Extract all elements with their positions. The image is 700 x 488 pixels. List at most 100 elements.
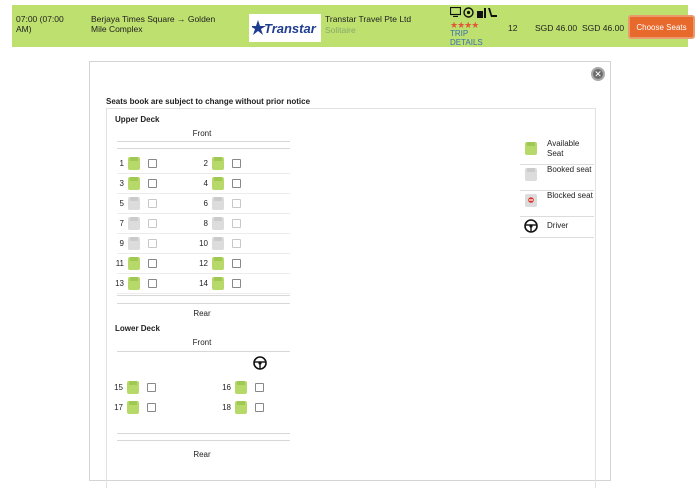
divider xyxy=(117,440,290,441)
seat-3: 3 xyxy=(110,177,170,191)
coach-type: Solitaire xyxy=(325,25,356,35)
seats-available: 12 xyxy=(508,23,518,33)
seat-checkbox[interactable] xyxy=(232,179,241,188)
available-seat-icon xyxy=(525,142,537,155)
seat-checkbox[interactable] xyxy=(147,403,156,412)
seat-number: 8 xyxy=(203,219,208,228)
route-text: Berjaya Times Square → Golden Mile Compl… xyxy=(91,14,216,34)
seat-number: 7 xyxy=(119,219,124,228)
seat-checkbox[interactable] xyxy=(232,259,241,268)
seat-7: 7 xyxy=(110,217,170,231)
divider xyxy=(117,213,290,214)
seat-checkbox[interactable] xyxy=(255,403,264,412)
blocked-seat-icon xyxy=(525,194,537,207)
amenity-icons xyxy=(450,5,510,19)
booked-seat-icon xyxy=(212,197,224,210)
divider xyxy=(117,273,290,274)
seat-number: 4 xyxy=(203,179,208,188)
legend-label: Driver xyxy=(547,221,569,230)
operator-logo: Transtar xyxy=(249,14,321,42)
seat-14: 14 xyxy=(194,277,254,291)
seat-map-modal: ✕ Seats book are subject to change witho… xyxy=(89,61,611,488)
divider xyxy=(117,141,290,142)
divider xyxy=(117,303,290,304)
seat-checkbox[interactable] xyxy=(148,279,157,288)
price-final: SGD 46.00 xyxy=(582,23,625,33)
seat-13: 13 xyxy=(110,277,170,291)
lower-deck-title: Lower Deck xyxy=(115,324,160,333)
reclining-seat-icon xyxy=(488,7,497,17)
choose-seats-button[interactable]: Choose Seats xyxy=(628,15,695,39)
media-icon xyxy=(463,6,474,18)
booked-seat-icon xyxy=(128,237,140,250)
transtar-logo-icon: Transtar xyxy=(252,20,317,36)
available-seat-icon xyxy=(127,381,139,394)
seat-checkbox[interactable] xyxy=(148,179,157,188)
seat-number: 2 xyxy=(203,159,208,168)
tv-icon xyxy=(450,7,461,17)
logo-text: Transtar xyxy=(264,21,317,36)
legend-driver: Driver xyxy=(520,217,594,238)
seat-number: 9 xyxy=(119,239,124,248)
seat-checkbox xyxy=(148,219,157,228)
seat-checkbox xyxy=(232,199,241,208)
divider xyxy=(117,193,290,194)
seat-number: 12 xyxy=(199,259,208,268)
seat-number: 16 xyxy=(222,383,231,392)
divider xyxy=(117,351,290,352)
close-icon[interactable]: ✕ xyxy=(591,67,605,81)
lower-front-label: Front xyxy=(192,338,212,347)
available-seat-icon xyxy=(128,277,140,290)
available-seat-icon xyxy=(235,381,247,394)
seat-checkbox[interactable] xyxy=(148,259,157,268)
seat-11: 11 xyxy=(110,257,170,271)
seat-checkbox xyxy=(232,239,241,248)
available-seat-icon xyxy=(212,157,224,170)
divider xyxy=(520,237,594,238)
available-seat-icon xyxy=(235,401,247,414)
seat-9: 9 xyxy=(110,237,170,251)
legend-available: Available Seat xyxy=(520,139,594,165)
seat-map-panel: Upper Deck Front 1 2 3 4 5 6 7 8 9 10 11 12 13 14 Rea… xyxy=(106,108,596,488)
seat-number: 3 xyxy=(119,179,124,188)
booked-seat-icon xyxy=(525,168,537,181)
legend-booked: Booked seat xyxy=(520,165,594,191)
operator-name: Transtar Travel Pte Ltd xyxy=(325,14,412,24)
seat-8: 8 xyxy=(194,217,254,231)
seat-number: 14 xyxy=(199,279,208,288)
trip-details-link[interactable]: TRIP DETAILS xyxy=(450,29,490,47)
seat-5: 5 xyxy=(110,197,170,211)
seat-15: 15 xyxy=(109,381,169,395)
seat-notice: Seats book are subject to change without… xyxy=(106,97,311,106)
divider xyxy=(117,253,290,254)
seat-18: 18 xyxy=(217,401,277,415)
legend-label: Available Seat xyxy=(547,139,580,158)
seat-number: 15 xyxy=(114,383,123,392)
seat-number: 5 xyxy=(119,199,124,208)
seat-checkbox xyxy=(148,199,157,208)
operator-info: Transtar Travel Pte Ltd Solitaire xyxy=(325,14,411,36)
seat-checkbox[interactable] xyxy=(232,279,241,288)
available-seat-icon xyxy=(212,257,224,270)
seat-checkbox[interactable] xyxy=(147,383,156,392)
available-seat-icon xyxy=(212,277,224,290)
seat-checkbox[interactable] xyxy=(148,159,157,168)
available-seat-icon xyxy=(128,177,140,190)
legend-label: Booked seat xyxy=(547,165,592,174)
available-seat-icon xyxy=(127,401,139,414)
seat-checkbox[interactable] xyxy=(255,383,264,392)
seat-checkbox[interactable] xyxy=(232,159,241,168)
booked-seat-icon xyxy=(128,217,140,230)
seat-number: 18 xyxy=(222,403,231,412)
seat-number: 1 xyxy=(119,159,124,168)
divider xyxy=(117,233,290,234)
booked-seat-icon xyxy=(128,197,140,210)
divider xyxy=(117,148,290,149)
seat-6: 6 xyxy=(194,197,254,211)
upper-deck-title: Upper Deck xyxy=(115,115,160,124)
seat-checkbox xyxy=(148,239,157,248)
seat-16: 16 xyxy=(217,381,277,395)
seat-number: 6 xyxy=(203,199,208,208)
steering-wheel-icon xyxy=(524,219,538,233)
price-original: SGD 46.00 xyxy=(535,23,578,33)
